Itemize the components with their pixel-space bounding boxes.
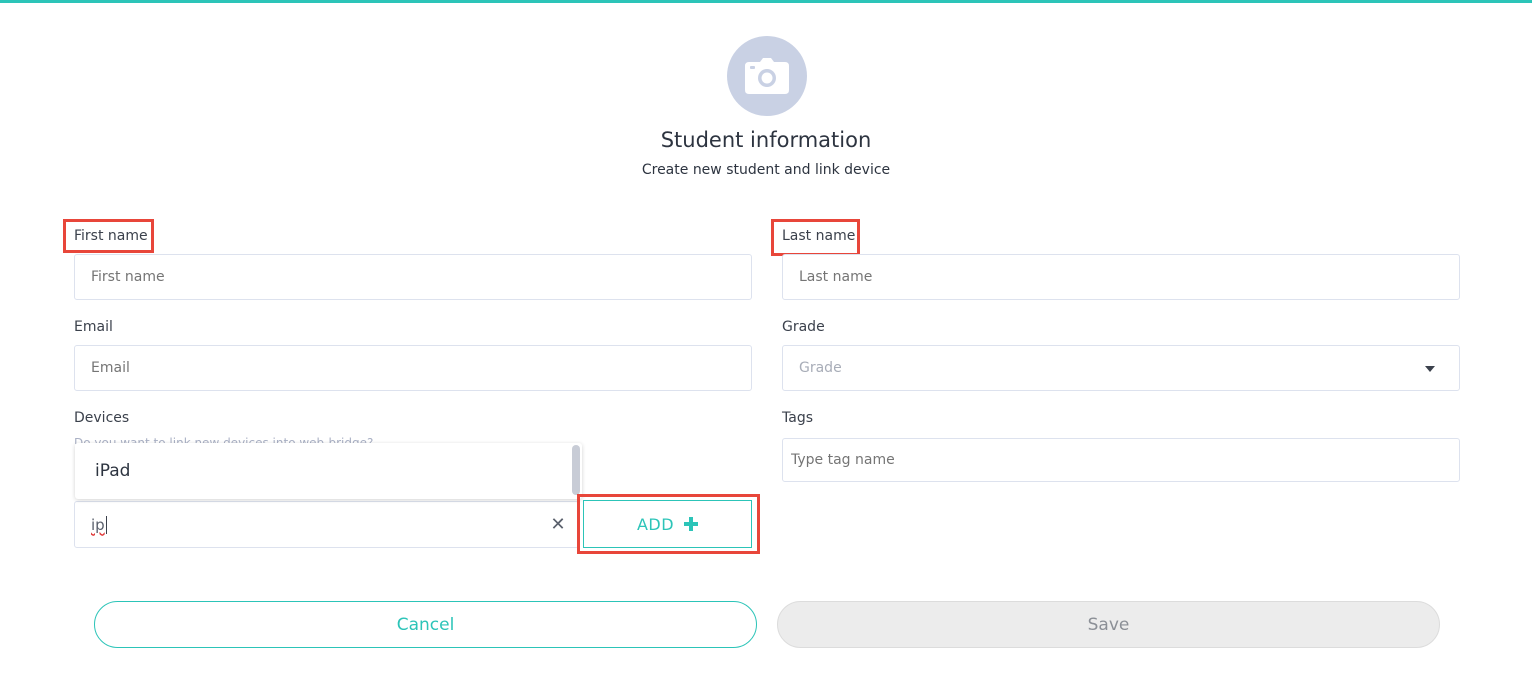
chevron-down-icon — [1425, 366, 1435, 372]
last-name-label: Last name — [782, 228, 856, 244]
tags-input[interactable] — [782, 438, 1460, 482]
add-device-label: ADD — [636, 514, 675, 534]
last-name-input[interactable] — [782, 254, 1460, 300]
first-name-label: First name — [74, 228, 148, 244]
grade-placeholder: Grade — [799, 360, 842, 376]
avatar-upload[interactable] — [727, 36, 807, 116]
camera-icon — [745, 58, 789, 94]
grade-select[interactable]: Grade — [782, 345, 1460, 391]
device-suggestion-dropdown: iPad — [75, 443, 582, 499]
dropdown-scrollbar[interactable] — [572, 445, 580, 495]
tags-label: Tags — [782, 410, 813, 426]
plus-icon — [684, 517, 699, 531]
devices-label: Devices — [74, 410, 130, 426]
first-name-input[interactable] — [74, 254, 752, 300]
clear-icon[interactable]: ✕ — [550, 515, 566, 535]
cancel-button[interactable]: Cancel — [94, 601, 757, 648]
page-title: Student information — [660, 128, 872, 152]
text-cursor — [105, 515, 107, 534]
email-input[interactable] — [74, 345, 752, 391]
device-search-value: ip — [91, 515, 105, 534]
page-subtitle: Create new student and link device — [641, 162, 891, 178]
save-button[interactable]: Save — [777, 601, 1440, 648]
suggestion-item-ipad[interactable]: iPad — [95, 461, 130, 481]
grade-label: Grade — [782, 319, 825, 335]
device-search-input[interactable]: ip — [74, 501, 579, 548]
add-device-button[interactable]: ADD — [583, 500, 752, 548]
top-accent-bar — [0, 0, 1532, 3]
email-label: Email — [74, 319, 113, 335]
